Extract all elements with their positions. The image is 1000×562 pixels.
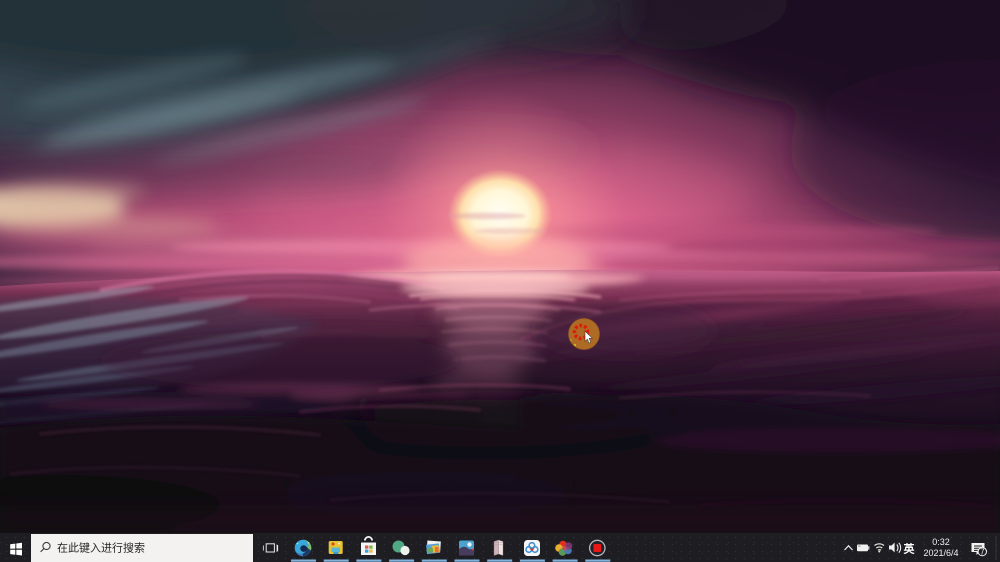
svg-text:在此键入进行搜索: 在此键入进行搜索 (57, 541, 145, 555)
svg-text:0:32: 0:32 (932, 537, 950, 547)
svg-text:英: 英 (903, 542, 916, 556)
svg-text:7: 7 (980, 548, 985, 557)
svg-text:2021/6/4: 2021/6/4 (923, 548, 958, 558)
